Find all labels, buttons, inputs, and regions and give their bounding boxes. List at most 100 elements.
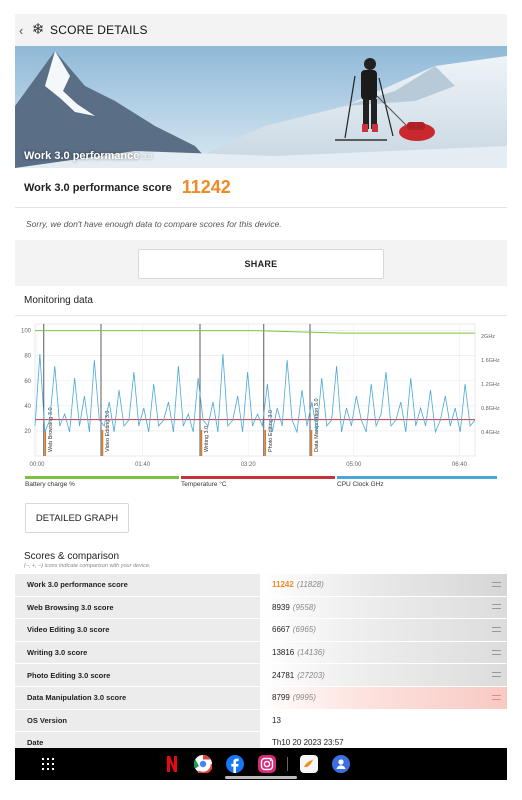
table-row[interactable]: Video Editing 3.0 score 6667 (6965) <box>15 619 507 642</box>
equal-icon <box>492 626 501 632</box>
row-value-cell: 24781 (27203) <box>260 664 507 686</box>
row-value-cell: 8799 (9995) <box>260 686 507 709</box>
row-name: Writing 3.0 score <box>15 641 260 664</box>
scores-table: Work 3.0 performance score 11242 (11828) … <box>15 574 507 755</box>
equal-icon <box>492 581 501 587</box>
row-value: 8939 <box>272 602 290 612</box>
legend-cpu-swatch <box>337 476 497 479</box>
row-compare: (6965) <box>292 625 316 635</box>
instagram-icon[interactable] <box>257 755 277 773</box>
system-navigation-bar <box>15 748 507 780</box>
row-name: OS Version <box>15 709 260 732</box>
divider <box>285 755 289 773</box>
monitoring-title: Monitoring data <box>24 295 93 306</box>
app-icon[interactable] <box>331 755 351 773</box>
x-tick-label: 01:40 <box>135 462 151 468</box>
row-value: 8799 <box>272 693 290 703</box>
facebook-icon[interactable] <box>225 755 245 773</box>
legend-temperature: Temperature °C <box>181 476 335 492</box>
snowflake-icon: ❄ <box>31 21 45 38</box>
row-compare: (27203) <box>297 670 325 680</box>
monitoring-chart-svg: 100 80 60 40 20 2GHz 1.6GHz 1.2GHz 0.8GHz 0.4GHz 0… <box>21 323 500 468</box>
scores-title: Scores & comparison <box>24 551 120 562</box>
x-tick-label: 05:00 <box>346 462 362 468</box>
row-value: 13 <box>272 715 281 725</box>
hero-title: Work 3.0 performance 3.0 <box>24 150 152 162</box>
app-window: ‹ ❄ SCORE DETAILS Work 3.0 performance 3… <box>15 14 507 780</box>
top-bar: ‹ ❄ SCORE DETAILS <box>15 14 507 46</box>
legend-cpu: CPU Clock GHz <box>337 476 497 492</box>
table-row: OS Version 13 <box>15 709 507 733</box>
legend-cpu-label: CPU Clock GHz <box>337 481 384 488</box>
y-left-tick-label: 60 <box>24 379 31 385</box>
table-row[interactable]: Work 3.0 performance score 11242 (11828) <box>15 574 507 597</box>
legend-battery-swatch <box>25 476 179 479</box>
y-right-tick-label: 1.6GHz <box>481 358 500 364</box>
share-section: SHARE <box>15 240 507 286</box>
scores-header: Scores & comparison (–, +, –) icons indi… <box>15 544 507 574</box>
detailed-graph-button[interactable]: DETAILED GRAPH <box>25 503 129 533</box>
x-tick-label: 06:40 <box>452 462 468 468</box>
score-value: 11242 <box>181 177 231 197</box>
app-grid-icon[interactable] <box>41 755 55 773</box>
hero-version: 3.0 <box>142 154 153 161</box>
monitoring-chart[interactable]: 100 80 60 40 20 2GHz 1.6GHz 1.2GHz 0.8GHz 0.4GHz 0… <box>15 316 507 494</box>
equal-icon <box>492 672 501 678</box>
scores-subtitle: (–, +, –) icons indicate comparison with… <box>24 563 151 569</box>
swift-keyboard-icon[interactable] <box>299 755 319 773</box>
share-button[interactable]: SHARE <box>138 249 384 279</box>
row-compare: (9995) <box>292 693 316 703</box>
y-right-tick-label: 2GHz <box>481 334 495 340</box>
row-value: 24781 <box>272 670 295 680</box>
netflix-icon[interactable] <box>165 755 179 773</box>
x-tick-label: 00:00 <box>29 462 45 468</box>
row-value-cell: 8939 (9558) <box>260 596 507 619</box>
x-tick-label: 03:20 <box>241 462 257 468</box>
row-compare: (14136) <box>297 648 325 658</box>
legend-battery-label: Battery charge % <box>25 481 75 488</box>
y-right-tick-label: 0.4GHz <box>481 430 500 436</box>
legend-temperature-swatch <box>181 476 335 479</box>
hero-title-text: Work 3.0 performance <box>24 150 140 162</box>
equal-icon <box>492 649 501 655</box>
y-left-tick-label: 20 <box>24 429 31 435</box>
y-left-tick-label: 100 <box>21 329 32 335</box>
row-value: 13816 <box>272 648 295 658</box>
home-indicator[interactable] <box>225 776 297 779</box>
y-left-tick-label: 40 <box>24 404 31 410</box>
table-row[interactable]: Photo Editing 3.0 score 24781 (27203) <box>15 664 507 687</box>
table-row[interactable]: Writing 3.0 score 13816 (14136) <box>15 641 507 665</box>
legend-battery: Battery charge % <box>25 476 179 492</box>
row-value: 11242 <box>272 580 294 590</box>
minus-icon <box>492 694 501 700</box>
page-title: SCORE DETAILS <box>50 23 148 37</box>
y-left-tick-label: 80 <box>24 354 31 360</box>
hero-banner: Work 3.0 performance 3.0 <box>15 46 507 168</box>
score-card: Work 3.0 performance score 11242 <box>15 168 507 208</box>
row-name: Photo Editing 3.0 score <box>15 664 260 686</box>
chevron-left-icon[interactable]: ‹ <box>19 23 29 38</box>
row-value-cell: 13 <box>260 709 507 732</box>
score-label: Work 3.0 performance score <box>24 181 172 194</box>
y-right-tick-label: 0.8GHz <box>481 406 500 412</box>
legend-temperature-label: Temperature °C <box>181 481 227 488</box>
row-value-cell: 13816 (14136) <box>260 641 507 664</box>
table-row[interactable]: Web Browsing 3.0 score 8939 (9558) <box>15 596 507 620</box>
detailed-graph-section: DETAILED GRAPH <box>15 496 507 544</box>
monitoring-header: Monitoring data <box>15 286 507 316</box>
row-compare: (9558) <box>292 602 316 612</box>
row-value-cell: 6667 (6965) <box>260 619 507 641</box>
row-name: Web Browsing 3.0 score <box>15 596 260 619</box>
table-row[interactable]: Data Manipulation 3.0 score 8799 (9995) <box>15 686 507 710</box>
comparison-note-text: Sorry, we don't have enough data to comp… <box>26 219 282 229</box>
row-name: Data Manipulation 3.0 score <box>15 686 260 709</box>
row-value: 6667 <box>272 625 290 635</box>
row-name: Video Editing 3.0 score <box>15 619 260 641</box>
section-marker-label: Web Browsing 3.0 <box>48 407 54 452</box>
row-name: Work 3.0 performance score <box>15 574 260 596</box>
y-right-tick-label: 1.2GHz <box>481 382 500 388</box>
row-compare: (11828) <box>296 580 324 590</box>
equal-icon <box>492 604 501 610</box>
row-value: Th10 20 2023 23:57 <box>272 738 344 748</box>
chrome-icon[interactable] <box>193 755 213 773</box>
